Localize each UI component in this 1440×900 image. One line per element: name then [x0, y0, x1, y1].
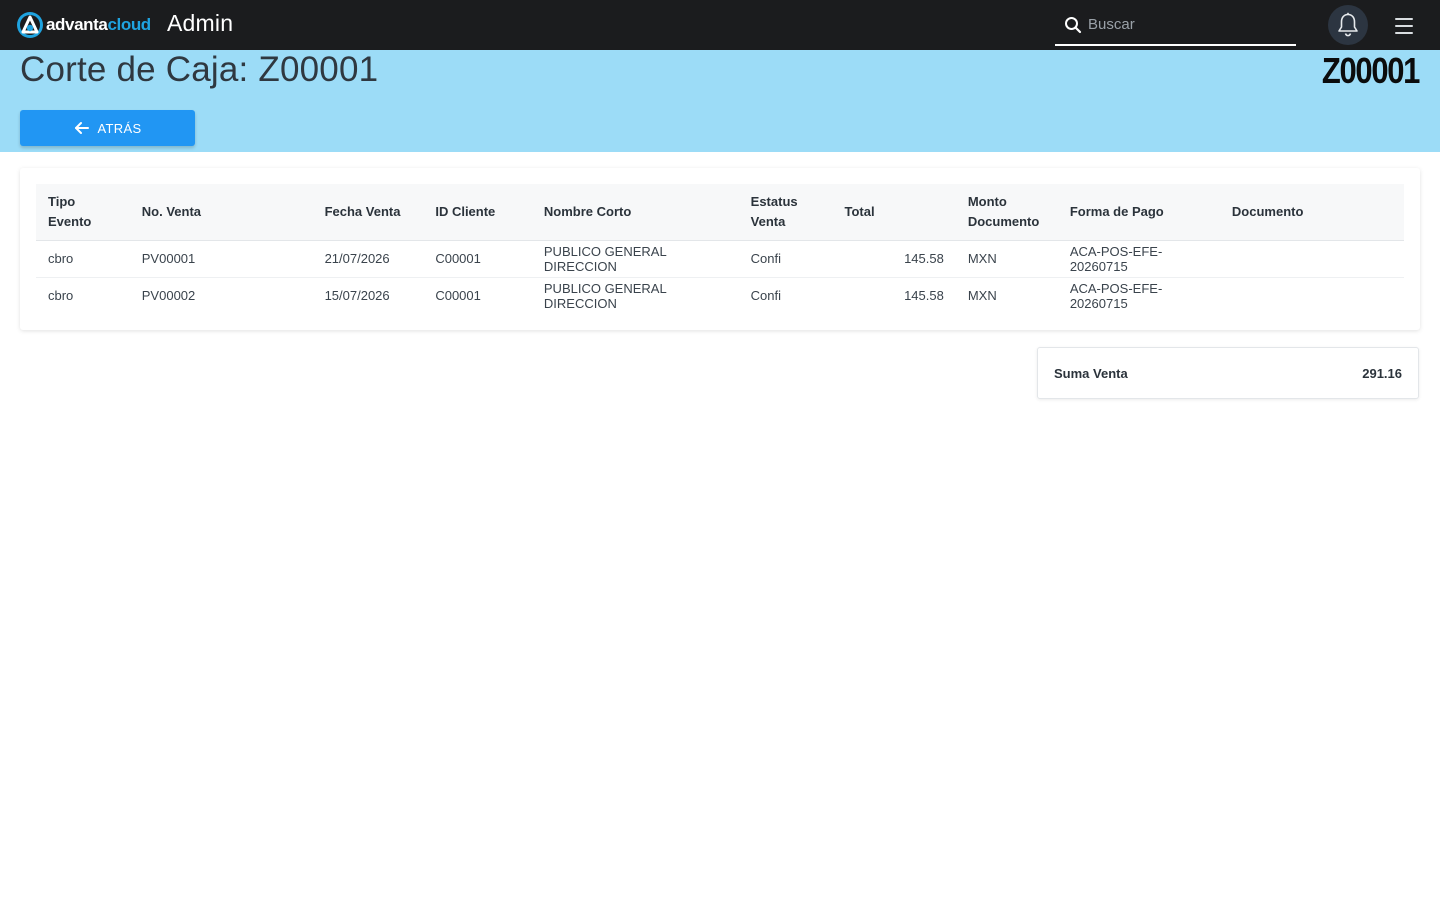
app-title: Admin: [167, 10, 234, 36]
summary-value: 291.16: [1362, 365, 1402, 381]
hamburger-menu-icon-bar: [1395, 32, 1413, 34]
cell-monto-documento: MXN: [955, 240, 1058, 278]
hamburger-menu-button[interactable]: [1392, 15, 1416, 37]
column-header-total[interactable]: Total: [832, 184, 956, 241]
column-header-documento[interactable]: Documento: [1219, 184, 1404, 241]
logo-text-primary: advanta: [46, 15, 108, 34]
search-box[interactable]: [1055, 5, 1296, 46]
table-row[interactable]: cbro PV00002 15/07/2026 C00001 PUBLICO G…: [36, 277, 1404, 314]
column-header-tipo-evento[interactable]: Tipo Evento: [36, 184, 130, 241]
cell-total: 145.58: [832, 240, 956, 278]
brand-logo[interactable]: advanta cloud: [16, 11, 151, 39]
summary-label: Suma Venta: [1054, 365, 1128, 381]
logo-wordmark: advanta cloud: [46, 15, 151, 35]
cell-estatus-venta: Confi: [750, 288, 782, 304]
back-button-label: ATRÁS: [97, 120, 142, 136]
column-header-no-venta[interactable]: No. Venta: [129, 184, 313, 241]
cell-documento: [1219, 240, 1404, 278]
table-row[interactable]: cbro PV00001 21/07/2026 C00001 PUBLICO G…: [36, 240, 1404, 278]
cell-id-cliente: C00001: [435, 288, 481, 304]
page-header: Corte de Caja: Z00001 Z00001 ATRÁS: [0, 50, 1440, 152]
cell-no-venta: PV00002: [141, 288, 196, 304]
column-header-fecha-venta[interactable]: Fecha Venta: [312, 184, 424, 241]
column-header-id-cliente[interactable]: ID Cliente: [423, 184, 532, 241]
sales-table: Tipo Evento No. Venta Fecha Venta ID Cli…: [36, 184, 1404, 314]
cell-fecha-venta: 21/07/2026: [312, 240, 424, 278]
cell-forma-de-pago: ACA-POS-EFE-20260715: [1069, 280, 1163, 311]
bell-icon: [1338, 12, 1358, 37]
logo-text-secondary: cloud: [107, 15, 151, 34]
sales-table-card: Tipo Evento No. Venta Fecha Venta ID Cli…: [20, 168, 1420, 330]
cell-tipo-evento: cbro: [36, 240, 130, 278]
column-header-label: Monto Documento: [967, 193, 1040, 229]
document-code: Z00001: [1321, 50, 1421, 91]
arrow-left-icon: [74, 122, 89, 134]
cell-forma-de-pago: ACA-POS-EFE-20260715: [1057, 240, 1220, 278]
hamburger-menu-icon-bar: [1395, 25, 1413, 27]
column-header-label: Estatus Venta: [750, 193, 798, 229]
cell-nombre-corto: PUBLICO GENERAL DIRECCION: [543, 280, 667, 311]
column-header-forma-de-pago[interactable]: Forma de Pago: [1057, 184, 1220, 241]
cell-monto-documento: MXN: [967, 288, 997, 304]
cell-tipo-evento: cbro: [48, 288, 74, 304]
page-title: Corte de Caja: Z00001: [20, 50, 379, 89]
cell-documento: [1220, 277, 1404, 314]
cell-id-cliente: C00001: [423, 240, 532, 278]
logo-icon: [17, 12, 43, 38]
sales-summary-card: Suma Venta 291.16: [1037, 347, 1419, 399]
notifications-button[interactable]: [1328, 5, 1368, 45]
cell-fecha-venta: 15/07/2026: [324, 288, 390, 304]
column-header-monto-documento[interactable]: Monto Documento: [955, 184, 1058, 241]
table-header-row: Tipo Evento No. Venta Fecha Venta ID Cli…: [36, 184, 1404, 241]
top-navigation-bar: advanta cloud Admin: [0, 0, 1440, 50]
column-header-nombre-corto[interactable]: Nombre Corto: [531, 184, 739, 241]
hamburger-menu-icon: [1395, 18, 1413, 20]
column-header-estatus-venta[interactable]: Estatus Venta: [738, 184, 833, 241]
back-button[interactable]: ATRÁS: [20, 110, 195, 146]
cell-total: 145.58: [904, 288, 944, 304]
column-header-label: Tipo Evento: [48, 193, 92, 229]
cell-nombre-corto: PUBLICO GENERAL DIRECCION: [531, 240, 739, 278]
cell-no-venta: PV00001: [129, 240, 313, 278]
search-input[interactable]: [1088, 9, 1288, 40]
search-icon: [1065, 16, 1082, 33]
cell-estatus-venta: Confi: [738, 240, 833, 278]
